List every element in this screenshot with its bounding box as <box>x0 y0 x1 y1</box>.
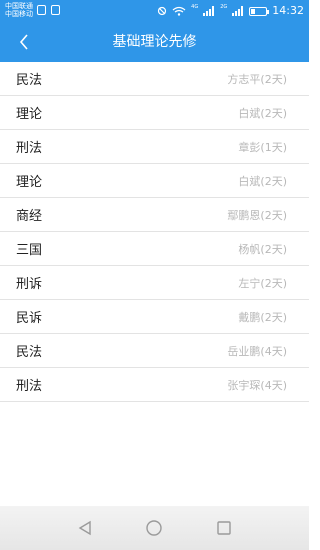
battery-level <box>251 8 256 14</box>
list-item[interactable]: 刑法 章彭(1天) <box>0 130 309 164</box>
list-item[interactable]: 刑法 张宇琛(4天) <box>0 368 309 402</box>
course-teacher-duration: 戴鹏(2天) <box>238 310 287 324</box>
carrier-2: 中国移动 <box>5 10 33 18</box>
carrier-labels: 中国联通 中国移动 <box>5 2 33 18</box>
course-subject: 刑法 <box>16 141 43 156</box>
list-item[interactable]: 理论 白斌(2天) <box>0 164 309 198</box>
wifi-icon <box>172 6 186 16</box>
course-subject: 民诉 <box>16 311 43 326</box>
nav-home-button[interactable] <box>139 513 169 543</box>
home-circle-icon <box>146 520 163 536</box>
course-teacher-duration: 方志平(2天) <box>227 72 287 86</box>
back-triangle-icon <box>78 520 91 536</box>
system-nav-bar <box>0 506 309 550</box>
recents-square-icon <box>217 521 231 535</box>
list-item[interactable]: 民法 方志平(2天) <box>0 62 309 96</box>
status-time: 14:32 <box>272 4 304 17</box>
course-teacher-duration: 白斌(2天) <box>238 106 287 120</box>
list-item[interactable]: 民法 岳业鹏(4天) <box>0 334 309 368</box>
list-item[interactable]: 商经 鄢鹏恩(2天) <box>0 198 309 232</box>
signal-icon <box>203 6 215 16</box>
nav-back-button[interactable] <box>70 513 100 543</box>
nfc-icon <box>158 6 167 16</box>
course-teacher-duration: 白斌(2天) <box>238 174 287 188</box>
course-subject: 理论 <box>16 175 43 190</box>
image-icon <box>51 5 60 15</box>
course-subject: 刑法 <box>16 379 43 394</box>
course-subject: 三国 <box>16 243 43 258</box>
course-teacher-duration: 岳业鹏(4天) <box>227 344 287 358</box>
network-type-2: 2G <box>220 4 228 10</box>
carrier-1: 中国联通 <box>5 2 33 10</box>
app-screen: 中国联通 中国移动 4G 2G 14:32 基础理论先修 民法 方志平(2天) … <box>0 0 309 550</box>
list-item[interactable]: 民诉 戴鹏(2天) <box>0 300 309 334</box>
sim-icon <box>37 5 46 15</box>
chevron-left-icon <box>19 34 28 50</box>
network-type-1: 4G <box>191 4 199 10</box>
course-teacher-duration: 张宇琛(4天) <box>227 378 287 392</box>
course-subject: 刑诉 <box>16 277 43 292</box>
list-item[interactable]: 三国 杨帆(2天) <box>0 232 309 266</box>
status-bar: 中国联通 中国移动 4G 2G 14:32 <box>0 0 309 22</box>
course-subject: 理论 <box>16 107 43 122</box>
course-teacher-duration: 杨帆(2天) <box>238 242 287 256</box>
page-title: 基础理论先修 <box>112 34 197 50</box>
list-item[interactable]: 刑诉 左宁(2天) <box>0 266 309 300</box>
course-teacher-duration: 章彭(1天) <box>238 140 287 154</box>
course-teacher-duration: 左宁(2天) <box>238 276 287 290</box>
nav-recents-button[interactable] <box>209 513 239 543</box>
status-notification-icons <box>37 5 60 15</box>
header-bar: 基础理论先修 <box>0 22 309 62</box>
status-right: 4G 2G 14:32 <box>157 2 304 20</box>
back-button[interactable] <box>8 26 40 58</box>
course-subject: 民法 <box>16 345 43 360</box>
course-subject: 民法 <box>16 73 43 88</box>
signal-icon-2 <box>232 6 244 16</box>
course-subject: 商经 <box>16 209 43 224</box>
list-item[interactable]: 理论 白斌(2天) <box>0 96 309 130</box>
course-teacher-duration: 鄢鹏恩(2天) <box>227 208 287 222</box>
course-list: 民法 方志平(2天) 理论 白斌(2天) 刑法 章彭(1天) 理论 白斌(2天) 商经 鄢鹏恩(2… <box>0 62 309 402</box>
battery-icon <box>249 6 270 16</box>
